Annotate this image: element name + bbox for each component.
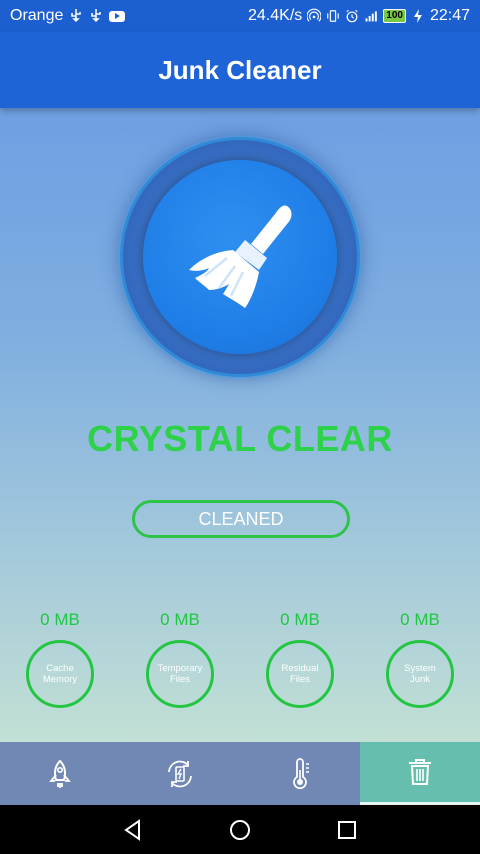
stat-temporary-files: 0 MB Temporary Files [135,610,225,708]
recents-icon[interactable] [335,818,359,842]
page-title: Junk Cleaner [158,54,322,85]
main-content: CRYSTAL CLEAR CLEANED 0 MB Cache Memory … [0,108,480,742]
tab-cpu-cooler[interactable] [240,742,360,805]
battery-sync-icon [168,760,192,787]
vibrate-icon [326,8,340,24]
status-headline: CRYSTAL CLEAR [87,418,393,459]
trash-icon [409,759,431,785]
home-icon[interactable] [228,818,252,842]
stat-label: Residual Files [266,640,334,708]
battery-indicator: 100 [383,9,406,23]
stat-label: Cache Memory [26,640,94,708]
broom-icon [189,205,292,308]
stat-value: 0 MB [40,610,80,629]
stat-value: 0 MB [280,610,320,629]
stat-value: 0 MB [160,610,200,629]
back-icon[interactable] [121,818,145,842]
carrier-label: Orange [10,7,64,24]
signal-icon [364,8,378,24]
cleaned-status-button[interactable]: CLEANED [132,500,350,538]
tab-battery-saver[interactable] [120,742,240,805]
stat-value: 0 MB [400,610,440,629]
usb-icon [89,8,103,24]
stat-system-junk: 0 MB System Junk [375,610,465,708]
clock: 22:47 [429,7,470,24]
rocket-icon [49,759,71,788]
network-speed: 24.4K/s [248,7,303,24]
stat-label: System Junk [386,640,454,708]
youtube-icon [109,10,126,22]
stat-residual-files: 0 MB Residual Files [255,610,345,708]
clean-button[interactable] [143,160,337,354]
bottom-tab-bar [0,742,480,805]
usb-icon [69,8,83,24]
alarm-icon [345,8,359,24]
thermometer-icon [293,757,309,789]
tab-junk-cleaner[interactable] [360,742,480,805]
stat-label: Temporary Files [146,640,214,708]
stat-cache-memory: 0 MB Cache Memory [15,610,105,708]
status-bar: Orange 24.4K/s 100 22:47 [0,0,480,32]
system-nav-bar [0,805,480,854]
hotspot-icon [307,8,322,24]
app-bar: Junk Cleaner [0,32,480,108]
tab-boost[interactable] [0,742,120,805]
charging-icon [411,8,425,24]
